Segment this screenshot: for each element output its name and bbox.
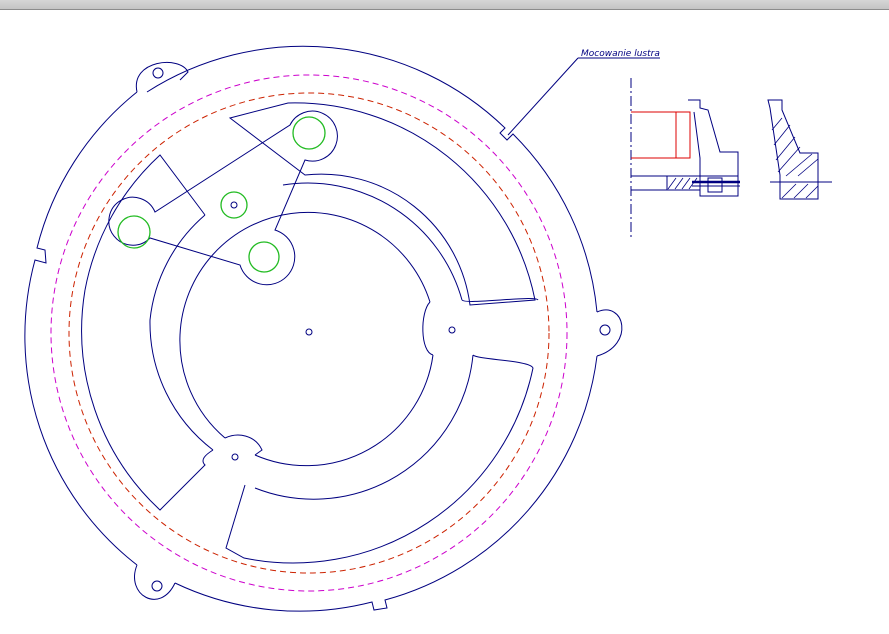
mounting-lug-right [596, 309, 623, 357]
section-detail-left [630, 78, 740, 238]
center-point [305, 328, 313, 336]
inner-plate-contour [228, 102, 536, 306]
central-ring [149, 182, 474, 500]
section-hatching-right [771, 117, 819, 199]
dashed-circle-red [68, 92, 550, 574]
right-bridge [225, 298, 539, 564]
mounting-lug-top [135, 61, 189, 93]
section-hatching-left [667, 177, 698, 190]
window-title-bar [0, 0, 889, 10]
bracket-center-hole [230, 201, 238, 209]
leader-line [507, 57, 579, 136]
mounting-lug-bottom [134, 564, 176, 600]
annotation-label: Mocowanie lustra [581, 49, 660, 59]
cad-drawing-canvas[interactable]: Mocowanie lustra [0, 10, 889, 634]
dashed-circle-magenta [50, 74, 568, 592]
section-detail-right [767, 99, 832, 200]
